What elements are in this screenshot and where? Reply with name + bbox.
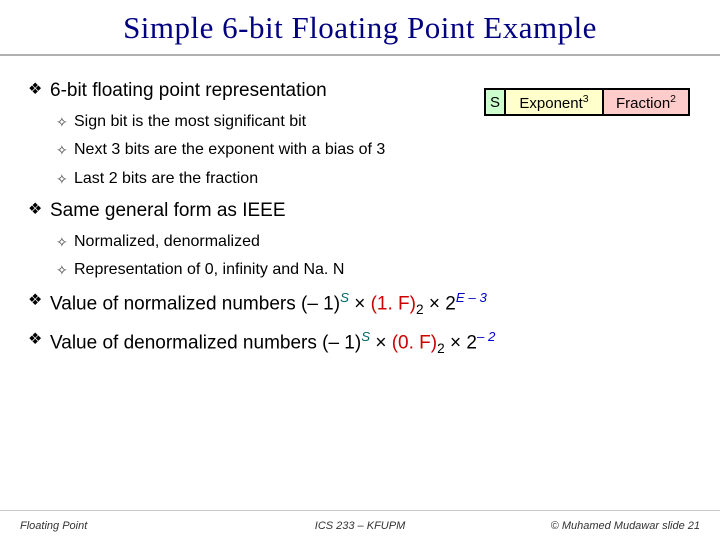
text: Value of denormalized numbers (– 1) <box>50 332 361 353</box>
subbullet-signbit: Sign bit is the most significant bit <box>56 112 692 133</box>
sup-S: S <box>361 329 370 344</box>
text: × <box>370 332 392 353</box>
subscript-base: 2 <box>416 302 424 317</box>
subscript-base: 2 <box>437 341 445 356</box>
subbullet-special: Representation of 0, infinity and Na. N <box>56 260 692 281</box>
bullet-ieee: Same general form as IEEE <box>28 198 692 224</box>
subbullet-normalized: Normalized, denormalized <box>56 232 692 253</box>
text: × 2 <box>424 294 456 315</box>
slide-body: 6-bit floating point representation Sign… <box>0 56 720 358</box>
sup-exponent: E – 3 <box>456 290 487 305</box>
title-band: Simple 6-bit Floating Point Example <box>0 0 720 56</box>
bullet-denormalized-value: Value of denormalized numbers (– 1)S × (… <box>28 328 692 359</box>
text: × <box>349 294 371 315</box>
footer: Floating Point ICS 233 – KFUPM © Muhamed… <box>0 510 720 540</box>
slide-title: Simple 6-bit Floating Point Example <box>0 10 720 46</box>
footer-left: Floating Point <box>20 520 87 532</box>
text: × 2 <box>445 332 477 353</box>
sup-S: S <box>340 290 349 305</box>
mantissa: (1. F) <box>371 294 416 315</box>
text: Value of normalized numbers (– 1) <box>50 294 340 315</box>
subbullet-exponent: Next 3 bits are the exponent with a bias… <box>56 140 692 161</box>
footer-right: © Muhamed Mudawar slide 21 <box>551 520 700 532</box>
bullet-representation: 6-bit floating point representation <box>28 78 692 104</box>
bullet-normalized-value: Value of normalized numbers (– 1)S × (1.… <box>28 289 692 320</box>
sup-exponent: – 2 <box>477 329 496 344</box>
footer-center: ICS 233 – KFUPM <box>315 520 405 532</box>
subbullet-fraction: Last 2 bits are the fraction <box>56 169 692 190</box>
mantissa: (0. F) <box>392 332 437 353</box>
